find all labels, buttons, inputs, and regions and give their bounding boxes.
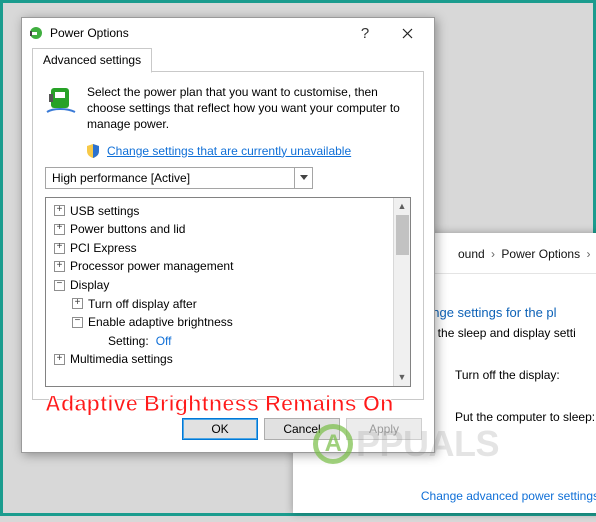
expand-icon[interactable]: +	[54, 261, 65, 272]
setting-label: Setting:	[108, 332, 149, 351]
chevron-right-icon: ›	[586, 247, 590, 261]
power-plan-icon	[45, 84, 77, 133]
expand-icon[interactable]: +	[54, 354, 65, 365]
tab-content: Select the power plan that you want to c…	[32, 72, 424, 400]
intro-text: Select the power plan that you want to c…	[87, 84, 411, 133]
tree-item-pci[interactable]: + PCI Express	[48, 239, 410, 258]
change-advanced-settings-link[interactable]: Change advanced power settings	[421, 489, 596, 503]
collapse-icon[interactable]: −	[72, 317, 83, 328]
setting-value[interactable]: Off	[156, 332, 172, 351]
power-plan-selected: High performance [Active]	[52, 171, 190, 185]
settings-tree: + USB settings + Power buttons and lid +…	[45, 197, 411, 387]
change-unavailable-settings-link[interactable]: Change settings that are currently unava…	[107, 144, 351, 158]
shield-icon	[85, 143, 101, 159]
close-button[interactable]	[386, 20, 428, 46]
page-heading: ange settings for the pl	[425, 305, 596, 320]
window-title: Power Options	[50, 26, 344, 40]
tree-item-processor[interactable]: + Processor power management	[48, 257, 410, 276]
setting-label-turn-off-display: Turn off the display:	[455, 368, 596, 382]
power-options-icon	[28, 25, 44, 41]
tree-label: Turn off display after	[88, 295, 197, 314]
scrollbar-thumb[interactable]	[396, 215, 409, 255]
expand-icon[interactable]: +	[72, 298, 83, 309]
titlebar[interactable]: Power Options ?	[22, 18, 434, 48]
setting-label-sleep: Put the computer to sleep:	[455, 410, 596, 424]
tree-setting-row[interactable]: Setting: Off	[48, 332, 410, 351]
expand-icon[interactable]: +	[54, 243, 65, 254]
breadcrumb-part[interactable]: Power Options	[501, 247, 580, 261]
tree-item-adaptive-brightness[interactable]: − Enable adaptive brightness	[48, 313, 410, 332]
tree-label: Enable adaptive brightness	[88, 313, 233, 332]
tree-label: Processor power management	[70, 257, 233, 276]
tree-label: PCI Express	[70, 239, 137, 258]
tree-item-turn-off-display[interactable]: + Turn off display after	[48, 295, 410, 314]
help-button[interactable]: ?	[344, 20, 386, 46]
collapse-icon[interactable]: −	[54, 280, 65, 291]
power-options-dialog: Power Options ? Advanced settings Se	[21, 17, 435, 453]
scrollbar[interactable]: ▲ ▼	[393, 198, 410, 386]
expand-icon[interactable]: +	[54, 205, 65, 216]
apply-button: Apply	[346, 418, 422, 440]
tree-label: USB settings	[70, 202, 139, 221]
scroll-up-icon[interactable]: ▲	[394, 198, 410, 215]
tree-item-display[interactable]: − Display	[48, 276, 410, 295]
expand-icon[interactable]: +	[54, 224, 65, 235]
tree-item-power-buttons[interactable]: + Power buttons and lid	[48, 220, 410, 239]
scroll-down-icon[interactable]: ▼	[394, 369, 410, 386]
page-subtext: ose the sleep and display setti	[415, 326, 596, 340]
power-plan-select[interactable]: High performance [Active]	[45, 167, 313, 189]
chevron-right-icon: ›	[491, 247, 495, 261]
tree-item-usb[interactable]: + USB settings	[48, 202, 410, 221]
breadcrumb-part[interactable]: ound	[458, 247, 485, 261]
tree-item-multimedia[interactable]: + Multimedia settings	[48, 350, 410, 369]
breadcrumb: ound › Power Options › E	[458, 247, 596, 261]
ok-button[interactable]: OK	[182, 418, 258, 440]
dropdown-arrow-icon[interactable]	[294, 168, 312, 188]
tab-strip: Advanced settings	[32, 48, 424, 72]
tree-label: Display	[70, 276, 109, 295]
tree-label: Multimedia settings	[70, 350, 173, 369]
dialog-button-row: OK Cancel Apply	[22, 410, 434, 452]
tab-advanced-settings[interactable]: Advanced settings	[32, 48, 152, 73]
tree-label: Power buttons and lid	[70, 220, 185, 239]
cancel-button[interactable]: Cancel	[264, 418, 340, 440]
